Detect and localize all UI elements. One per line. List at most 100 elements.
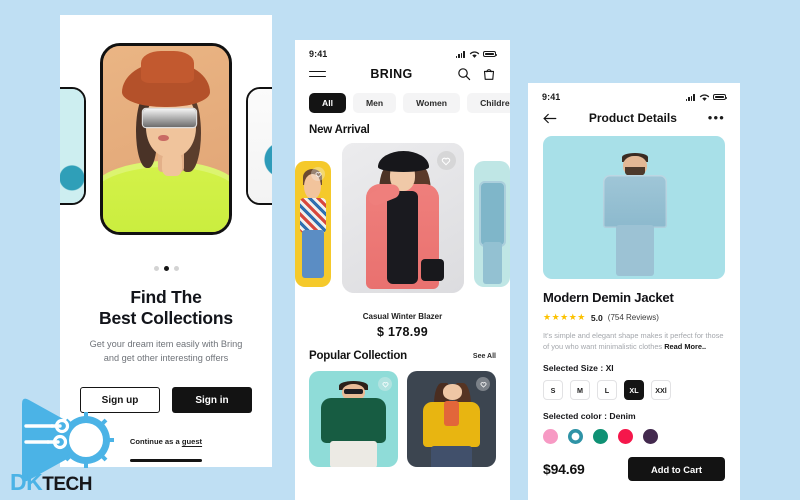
chip-all[interactable]: All [309, 93, 346, 113]
model-hand [162, 149, 183, 176]
status-time: 9:41 [542, 92, 561, 102]
sign-in-button[interactable]: Sign in [172, 387, 252, 413]
size-option-xxl[interactable]: XXl [651, 380, 671, 400]
arrival-card-active[interactable] [341, 143, 464, 293]
favorite-button-active[interactable] [436, 151, 456, 170]
selected-size-label: Selected Size : Xl [543, 363, 614, 373]
signal-bars-icon [455, 50, 465, 58]
status-icons [685, 93, 728, 102]
carousel-dot-2[interactable] [163, 266, 169, 271]
color-swatch-denim[interactable] [568, 429, 583, 444]
guest-prefix-text: Continue as a [129, 437, 182, 446]
status-bar: 9:41 [528, 83, 740, 104]
product-hero-image[interactable] [543, 136, 725, 279]
rating-row: ★★★★★ 5.0 (754 Reviews) [543, 312, 725, 323]
color-selector[interactable] [543, 429, 725, 444]
color-swatch-purple[interactable] [643, 429, 658, 444]
carousel-card-active[interactable] [100, 42, 232, 235]
search-icon[interactable] [457, 67, 471, 81]
size-option-xl[interactable]: XL [624, 380, 644, 400]
add-to-cart-button[interactable]: Add to Cart [628, 457, 725, 481]
favorite-button-popular-2[interactable] [476, 377, 490, 391]
arrival-card-previous[interactable] [295, 161, 331, 287]
size-option-m[interactable]: M [570, 380, 590, 400]
model-orange-hat-crown [140, 51, 194, 83]
arrival-card-next[interactable] [474, 161, 510, 287]
size-option-l[interactable]: L [597, 380, 617, 400]
color-swatch-red[interactable] [618, 429, 633, 444]
detail-nav-bar: Product Details ••• [528, 104, 740, 125]
popular-card-1[interactable] [309, 371, 398, 467]
kid-model-photo [295, 161, 331, 287]
carousel-dot-1[interactable] [153, 266, 159, 271]
product-description: It's simple and elegant shape makes it p… [543, 331, 725, 352]
onboarding-carousel[interactable] [60, 21, 272, 256]
page-title: Product Details [588, 111, 677, 125]
arrow-left-icon[interactable] [543, 112, 558, 125]
chip-women[interactable]: Women [403, 93, 461, 113]
popular-collection-header: Popular Collection See All [295, 339, 510, 362]
popular-collection-title: Popular Collection [309, 350, 407, 362]
title-line-2: Best Collections [99, 308, 233, 328]
popular-collection-grid [295, 362, 510, 467]
heart-icon [315, 171, 321, 178]
brand-logo-text: BRING [370, 67, 413, 81]
wifi-icon [469, 50, 479, 58]
popular-card-2[interactable] [407, 371, 496, 467]
status-time: 9:41 [309, 49, 328, 59]
battery-icon [713, 93, 728, 101]
favorite-button-previous[interactable] [311, 167, 325, 181]
poster-canvas: Find The Best Collections Get your dream… [0, 0, 800, 500]
color-swatch-teal[interactable] [593, 429, 608, 444]
denim-model-photo [474, 161, 510, 287]
size-option-s[interactable]: S [543, 380, 563, 400]
phone-screen-product-details: 9:41 Product Details ••• Modern Demin Ja… [528, 83, 740, 500]
carousel-card-next[interactable] [246, 87, 272, 205]
app-top-bar: BRING [295, 61, 510, 81]
favorite-button-popular-1[interactable] [378, 377, 392, 391]
new-arrival-header: New Arrival [295, 113, 510, 136]
wifi-icon [699, 93, 709, 101]
product-info: Modern Demin Jacket ★★★★★ 5.0 (754 Revie… [528, 279, 740, 481]
more-options-icon[interactable]: ••• [708, 111, 725, 124]
model-lips [158, 134, 169, 142]
purchase-row: $94.69 Add to Cart [543, 457, 725, 481]
new-arrival-title: New Arrival [309, 124, 370, 136]
carousel-card-previous[interactable] [60, 87, 86, 205]
chip-children[interactable]: Children [467, 93, 510, 113]
chip-men[interactable]: Men [352, 93, 397, 113]
see-all-link[interactable]: See All [473, 353, 496, 360]
category-chips[interactable]: All Men Women Children [295, 81, 510, 113]
phone-screen-home: 9:41 BRING All Men Women Childre New Arr… [295, 40, 510, 500]
top-bar-actions [457, 67, 496, 81]
arrival-product-name: Casual Winter Blazer [362, 312, 443, 321]
product-name: Modern Demin Jacket [543, 290, 674, 305]
selected-color-label: Selected color : Denim [543, 411, 636, 421]
blazer-model-handbag [420, 258, 444, 281]
signal-bars-icon [685, 93, 695, 101]
heart-icon [480, 381, 486, 388]
new-arrival-carousel[interactable] [295, 143, 510, 308]
shopping-bag-icon[interactable] [482, 67, 496, 81]
carousel-dot-3[interactable] [173, 266, 179, 271]
model-sunglasses [143, 108, 197, 128]
star-rating-icon: ★★★★★ [543, 312, 586, 322]
rating-value: 5.0 [590, 312, 603, 323]
subtitle-line-1: Get your dream item easily with Bring [89, 339, 243, 349]
previous-card-image [60, 89, 84, 203]
watermark-brand-text: DKTECH [10, 469, 92, 496]
blazer-inner-dress [386, 191, 419, 284]
product-price: $94.69 [543, 461, 585, 477]
status-bar: 9:41 [295, 40, 510, 61]
guest-link[interactable]: guest [182, 437, 202, 446]
subtitle-line-2: and get other interesting offers [103, 352, 229, 363]
arrival-product-price: $ 178.99 [376, 325, 429, 339]
page-title: Find The Best Collections [80, 287, 252, 329]
color-swatch-pink[interactable] [543, 429, 558, 444]
read-more-link[interactable]: Read More.. [664, 342, 706, 351]
hamburger-menu-icon[interactable] [309, 70, 326, 78]
status-icons [455, 50, 498, 59]
watermark-brand-dk: DK [10, 469, 43, 495]
size-selector[interactable]: S M L XL XXl [543, 380, 725, 400]
watermark-brand-tech: TECH [42, 474, 92, 495]
